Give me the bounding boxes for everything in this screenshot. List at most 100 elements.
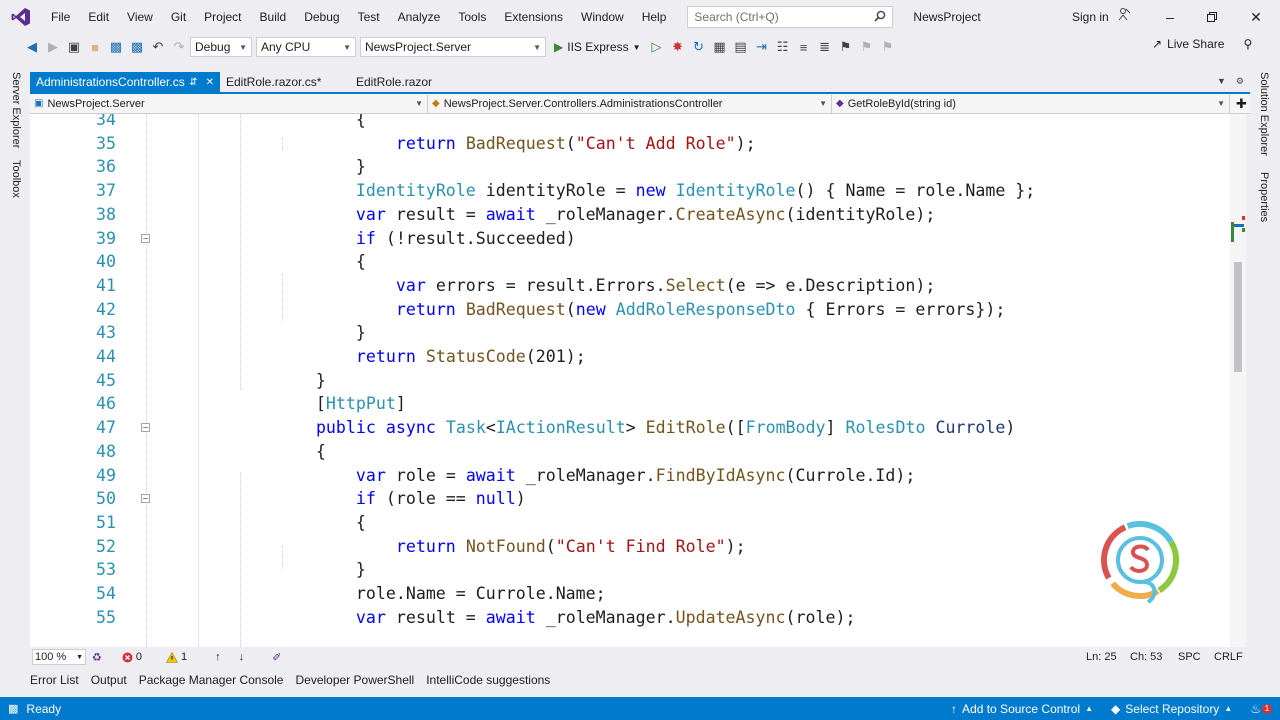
- signin-button[interactable]: Sign in: [1072, 0, 1131, 34]
- step-icon[interactable]: ⇥: [752, 37, 772, 57]
- code-line[interactable]: 48 {: [30, 440, 1230, 464]
- zoom-select[interactable]: 100 % ▼: [32, 649, 86, 665]
- tab-administrations-controller[interactable]: AdministrationsController.cs ⇵ ✕: [30, 72, 220, 92]
- close-icon[interactable]: ✕: [1234, 0, 1278, 34]
- menu-item-edit[interactable]: Edit: [79, 0, 118, 34]
- code-editor[interactable]: 34 {35 return BadRequest("Can't Add Role…: [30, 114, 1246, 647]
- tab-editrole-razor[interactable]: EditRole.razor: [350, 72, 470, 92]
- run-button[interactable]: ▶ IIS Express ▼: [554, 40, 641, 54]
- tab-error-list[interactable]: Error List: [30, 673, 79, 687]
- spacing-mode[interactable]: SPC: [1178, 651, 1201, 663]
- class-dropdown[interactable]: ◆ NewsProject.Server.Controllers.Administ…: [428, 94, 832, 113]
- redo-icon[interactable]: ↷: [169, 37, 189, 57]
- code-map-icon[interactable]: ☷: [773, 37, 793, 57]
- code-line[interactable]: 35 return BadRequest("Can't Add Role");: [30, 132, 1230, 156]
- new-project-icon[interactable]: ▣: [64, 37, 84, 57]
- warning-icon[interactable]: 1: [166, 651, 187, 663]
- menu-item-view[interactable]: View: [118, 0, 162, 34]
- menu-item-tools[interactable]: Tools: [449, 0, 495, 34]
- bookmark-icon[interactable]: ⚑: [836, 37, 856, 57]
- add-source-control-button[interactable]: ↑ Add to Source Control ▲: [951, 702, 1093, 716]
- arrow-up-icon[interactable]: ↑: [215, 651, 221, 663]
- vertical-scrollbar[interactable]: [1230, 114, 1246, 647]
- toolbox-tab[interactable]: Toolbox: [10, 160, 22, 198]
- code-line[interactable]: 39 − if (!result.Succeeded): [30, 227, 1230, 251]
- tab-editrole-razor-cs[interactable]: EditRole.razor.cs*: [220, 72, 350, 92]
- restore-icon[interactable]: [1190, 0, 1234, 34]
- code-line[interactable]: 40 {: [30, 250, 1230, 274]
- line-ending[interactable]: CRLF: [1214, 651, 1243, 663]
- split-add-icon[interactable]: ✚: [1236, 96, 1247, 112]
- project-dropdown[interactable]: ▣ NewsProject.Server ▼: [30, 94, 428, 113]
- close-tab-icon[interactable]: ✕: [206, 77, 214, 88]
- brush-icon[interactable]: ✐: [272, 651, 281, 664]
- menu-item-file[interactable]: File: [42, 0, 79, 34]
- feedback-icon[interactable]: ⚲: [1243, 37, 1252, 51]
- startup-project-select[interactable]: NewsProject.Server ▼: [360, 37, 546, 57]
- configuration-select[interactable]: Debug ▼: [190, 37, 252, 57]
- collapse-icon[interactable]: −: [141, 423, 150, 433]
- scrollbar-thumb[interactable]: [1234, 262, 1242, 372]
- refresh-icon[interactable]: ↻: [689, 37, 709, 57]
- tab-output[interactable]: Output: [91, 673, 127, 687]
- layout-icon[interactable]: ▤: [731, 37, 751, 57]
- prev-bookmark-icon[interactable]: ⚑: [857, 37, 877, 57]
- menu-item-debug[interactable]: Debug: [295, 0, 348, 34]
- collapse-icon[interactable]: −: [141, 494, 150, 504]
- platform-select[interactable]: Any CPU ▼: [256, 37, 356, 57]
- code-line[interactable]: 49 var role = await _roleManager.FindByI…: [30, 464, 1230, 488]
- code-line[interactable]: 54 role.Name = Currole.Name;: [30, 582, 1230, 606]
- tab-developer-powershell[interactable]: Developer PowerShell: [295, 673, 414, 687]
- minimize-icon[interactable]: –: [1148, 0, 1192, 34]
- health-icon[interactable]: ♻: [92, 651, 102, 664]
- solution-explorer-tab[interactable]: Solution Explorer: [1258, 72, 1270, 156]
- settings-icon[interactable]: ⚙: [1236, 76, 1244, 87]
- back-icon[interactable]: ◀: [22, 37, 42, 57]
- feedback-person-icon[interactable]: [1117, 0, 1131, 34]
- save-icon[interactable]: ▩: [106, 37, 126, 57]
- server-explorer-tab[interactable]: Server Explorer: [10, 72, 22, 148]
- arrow-down-icon[interactable]: ↓: [239, 651, 245, 663]
- code-line[interactable]: 50 − if (role == null): [30, 487, 1230, 511]
- menu-item-analyze[interactable]: Analyze: [389, 0, 450, 34]
- browser-link-icon[interactable]: ▦: [710, 37, 730, 57]
- menu-item-git[interactable]: Git: [162, 0, 195, 34]
- uncomment-icon[interactable]: ≣: [815, 37, 835, 57]
- error-icon[interactable]: 0: [122, 651, 142, 663]
- notifications-button[interactable]: ♨ 1: [1250, 702, 1272, 716]
- code-line[interactable]: 43 }: [30, 321, 1230, 345]
- code-line[interactable]: 34 {: [30, 114, 1230, 132]
- code-line[interactable]: 44 return StatusCode(201);: [30, 345, 1230, 369]
- undo-icon[interactable]: ↶: [148, 37, 168, 57]
- forward-icon[interactable]: ▶: [43, 37, 63, 57]
- menu-item-build[interactable]: Build: [251, 0, 296, 34]
- code-line[interactable]: 52 return NotFound("Can't Find Role");: [30, 535, 1230, 559]
- menu-item-project[interactable]: Project: [195, 0, 250, 34]
- tab-intellicode-suggestions[interactable]: IntelliCode suggestions: [426, 673, 550, 687]
- next-bookmark-icon[interactable]: ⚑: [878, 37, 898, 57]
- code-line[interactable]: 36 }: [30, 155, 1230, 179]
- pin-icon[interactable]: ⇵: [189, 77, 197, 88]
- open-folder-icon[interactable]: ■: [85, 37, 105, 57]
- code-line[interactable]: 41 var errors = result.Errors.Select(e =…: [30, 274, 1230, 298]
- code-line[interactable]: 45 }: [30, 369, 1230, 393]
- code-line[interactable]: 38 var result = await _roleManager.Creat…: [30, 203, 1230, 227]
- comment-icon[interactable]: ≡: [794, 37, 814, 57]
- menu-item-window[interactable]: Window: [572, 0, 633, 34]
- code-line[interactable]: 46 [HttpPut]: [30, 392, 1230, 416]
- collapse-icon[interactable]: −: [141, 233, 150, 243]
- menu-item-test[interactable]: Test: [349, 0, 389, 34]
- code-line[interactable]: 55 var result = await _roleManager.Updat…: [30, 606, 1230, 630]
- menu-item-help[interactable]: Help: [633, 0, 676, 34]
- code-line[interactable]: 47 − public async Task<IActionResult> Edi…: [30, 416, 1230, 440]
- save-all-icon[interactable]: ▩: [127, 37, 147, 57]
- hot-reload-icon[interactable]: ✸: [668, 37, 688, 57]
- member-dropdown[interactable]: ◆ GetRoleById(string id) ▼: [832, 94, 1230, 113]
- live-share-button[interactable]: ↗ Live Share ⚲: [1152, 37, 1252, 51]
- select-repository-button[interactable]: ◆ Select Repository ▲: [1111, 702, 1232, 716]
- code-line[interactable]: 51 {: [30, 511, 1230, 535]
- tab-package-manager-console[interactable]: Package Manager Console: [139, 673, 284, 687]
- menu-item-extensions[interactable]: Extensions: [495, 0, 572, 34]
- start-without-debugging-icon[interactable]: ▷: [647, 37, 667, 57]
- code-line[interactable]: 37 IdentityRole identityRole = new Ident…: [30, 179, 1230, 203]
